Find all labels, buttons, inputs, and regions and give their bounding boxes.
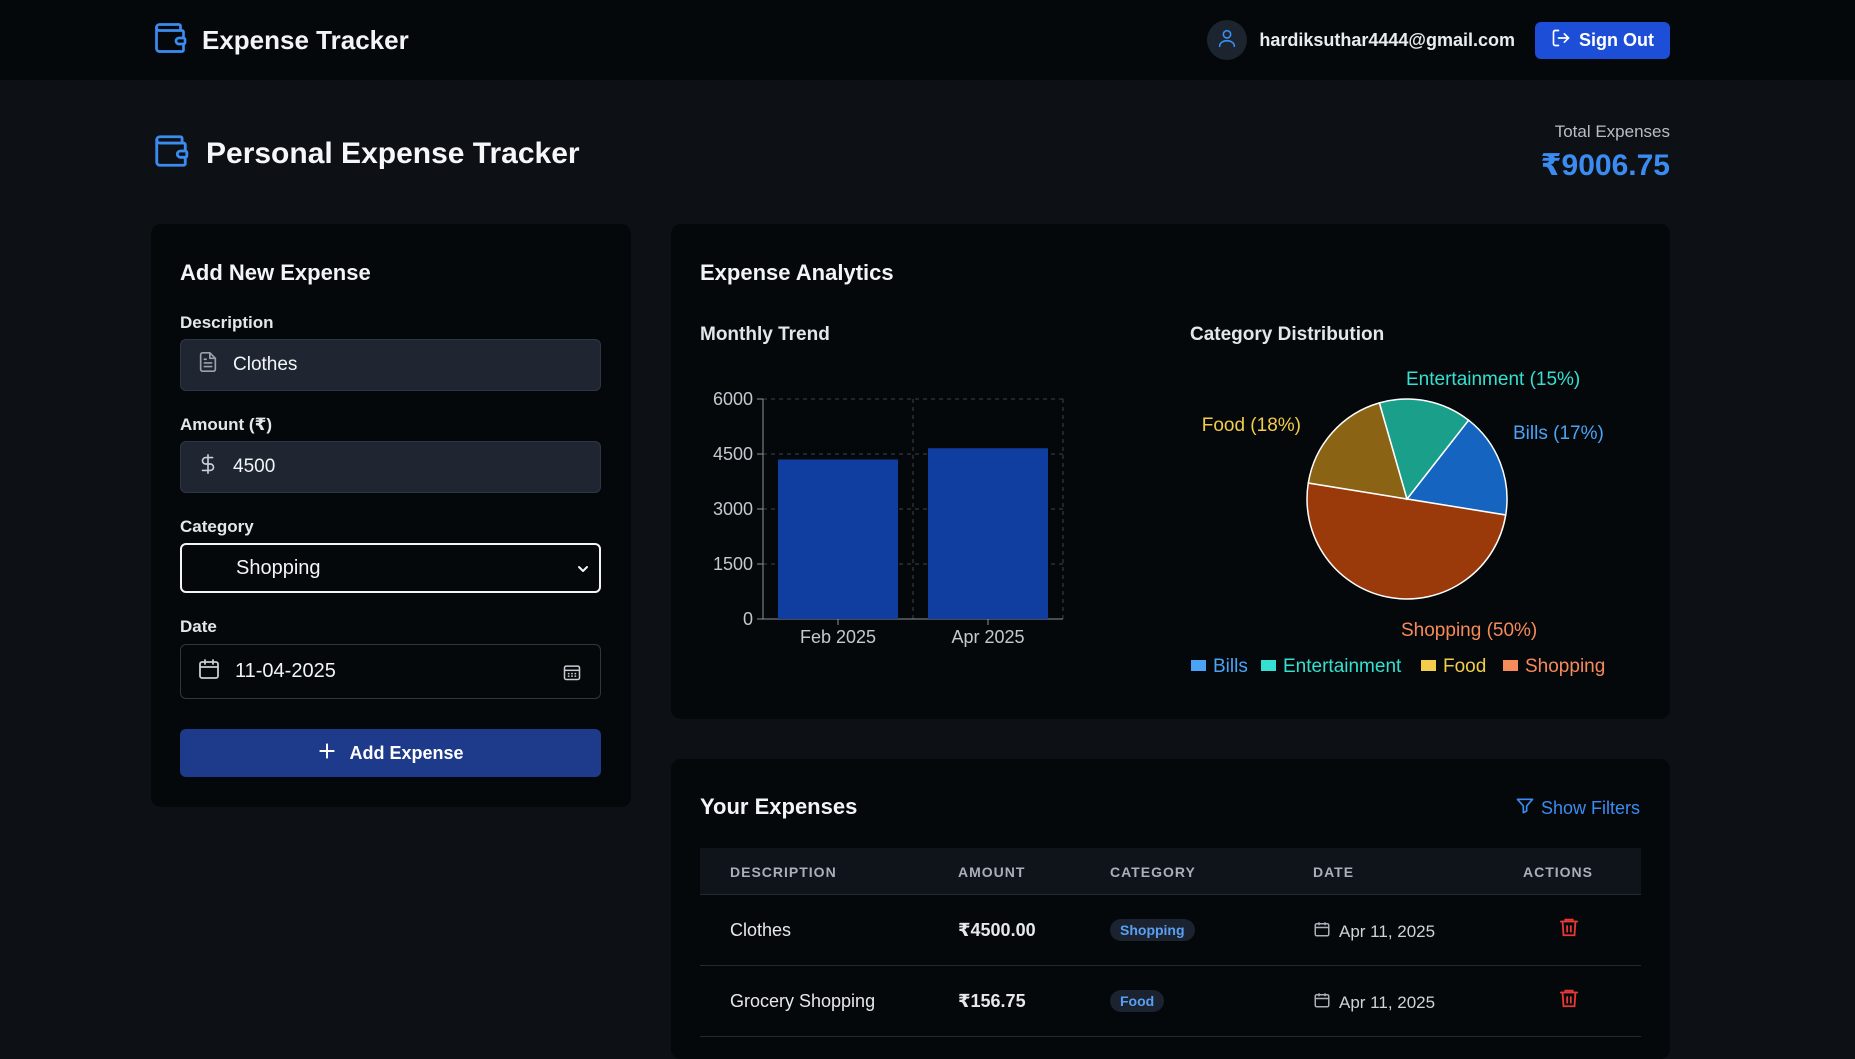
category-select[interactable]: Shopping [180,543,601,593]
sign-out-button[interactable]: Sign Out [1535,21,1670,59]
top-nav: Expense Tracker hardiksuthar4444@gmail.c… [0,0,1855,80]
brand[interactable]: Expense Tracker [152,20,409,61]
sign-out-label: Sign Out [1579,29,1654,50]
description-value: Clothes [233,354,298,375]
total-expenses-label: Total Expenses [1554,122,1670,141]
document-icon [197,351,219,379]
row-date: Apr 11, 2025 [1313,920,1435,943]
brand-title: Expense Tracker [202,25,409,55]
pie-label: Food (18%) [1202,415,1301,436]
analytics-title: Expense Analytics [700,260,894,285]
col-actions: ACTIONS [1523,864,1593,880]
filter-icon [1515,796,1535,821]
row-date-text: Apr 11, 2025 [1339,992,1436,1012]
category-label: Category [180,517,254,536]
pie-label: Bills (17%) [1513,423,1604,444]
col-category: CATEGORY [1110,864,1196,880]
category-badge: Shopping [1110,919,1195,941]
y-tick-label: 0 [743,609,753,629]
legend-swatch [1261,660,1276,671]
show-filters-button[interactable]: Show Filters [1515,796,1640,821]
table-header: DESCRIPTION AMOUNT CATEGORY DATE ACTIONS [700,848,1641,895]
col-amount: AMOUNT [958,864,1026,880]
user-area: hardiksuthar4444@gmail.com Sign Out [1207,20,1670,60]
amount-value: 4500 [233,456,276,477]
pie-label: Entertainment (15%) [1406,369,1580,390]
table-row: Clothes ₹4500.00 Shopping Apr 11, 2025 [700,895,1641,966]
total-expenses-value: ₹9006.75 [1540,149,1670,182]
legend-label: Bills [1213,656,1248,677]
wallet-icon [152,20,188,61]
category-badge: Food [1110,990,1165,1012]
monthly-trend-chart: 0 1500 3000 4500 6000 Feb 2025 Apr 2025 [713,389,1064,647]
y-tick-label: 3000 [713,499,753,519]
calendar-icon [1313,920,1331,943]
delete-icon[interactable] [1558,915,1580,944]
legend-label: Shopping [1525,656,1605,677]
date-label: Date [180,617,217,636]
category-distribution-title: Category Distribution [1190,324,1385,345]
logout-icon [1551,28,1571,53]
row-description: Grocery Shopping [730,991,876,1011]
add-expense-card: Add New Expense Description Clothes Amou… [151,224,631,807]
y-tick-label: 1500 [713,554,753,574]
description-label: Description [180,313,274,332]
date-input[interactable]: 11-04-2025 [180,644,601,699]
page-title: Personal Expense Tracker [206,136,580,170]
legend-swatch [1421,660,1436,671]
legend-label: Food [1443,656,1486,677]
bar [778,459,898,619]
x-tick-label: Apr 2025 [951,627,1024,647]
category-distribution-chart: Bills (17%) Shopping (50%) Food (18%) Enter… [1191,369,1605,677]
user-icon [1216,27,1238,54]
user-email: hardiksuthar4444@gmail.com [1259,29,1515,50]
add-expense-button[interactable]: Add Expense [180,729,601,777]
delete-icon[interactable] [1558,986,1580,1015]
row-amount: ₹4500.00 [958,920,1036,940]
row-date-text: Apr 11, 2025 [1339,921,1436,941]
legend-swatch [1503,660,1518,671]
x-tick-label: Feb 2025 [800,627,876,647]
category-value: Shopping [236,556,321,579]
row-amount: ₹156.75 [958,991,1026,1011]
table-row: Grocery Shopping ₹156.75 Food Apr 11, 20… [700,966,1641,1037]
y-tick-label: 4500 [713,444,753,464]
calendar-icon [197,657,221,687]
plus-icon [317,741,337,766]
date-value: 11-04-2025 [235,660,336,682]
bar [928,448,1048,619]
legend-label: Entertainment [1283,656,1402,677]
description-input[interactable]: Clothes [180,339,601,391]
date-picker-icon[interactable] [562,662,582,688]
page-header: Personal Expense Tracker [152,132,580,175]
col-description: DESCRIPTION [730,864,837,880]
analytics-card: Expense Analytics Monthly Trend Category… [671,224,1670,719]
legend-swatch [1191,660,1206,671]
expenses-card: Your Expenses Show Filters DESCRIPTION A… [671,759,1670,1059]
add-expense-title: Add New Expense [180,260,371,285]
pie-label: Shopping (50%) [1401,620,1537,641]
row-date: Apr 11, 2025 [1313,991,1435,1014]
row-description: Clothes [730,920,792,940]
y-tick-label: 6000 [713,389,753,409]
expenses-title: Your Expenses [700,794,858,819]
wallet-icon [152,132,190,175]
add-expense-label: Add Expense [349,742,464,763]
avatar[interactable] [1207,20,1248,60]
amount-input[interactable]: 4500 [180,441,601,493]
col-date: DATE [1313,864,1355,880]
show-filters-label: Show Filters [1540,798,1640,818]
calendar-icon [1313,991,1331,1014]
amount-label: Amount (₹) [180,415,273,434]
total-expenses: Total Expenses ₹9006.75 [1541,122,1670,183]
chevron-down-icon [575,560,591,583]
dollar-icon [197,453,219,481]
monthly-trend-title: Monthly Trend [700,324,830,345]
